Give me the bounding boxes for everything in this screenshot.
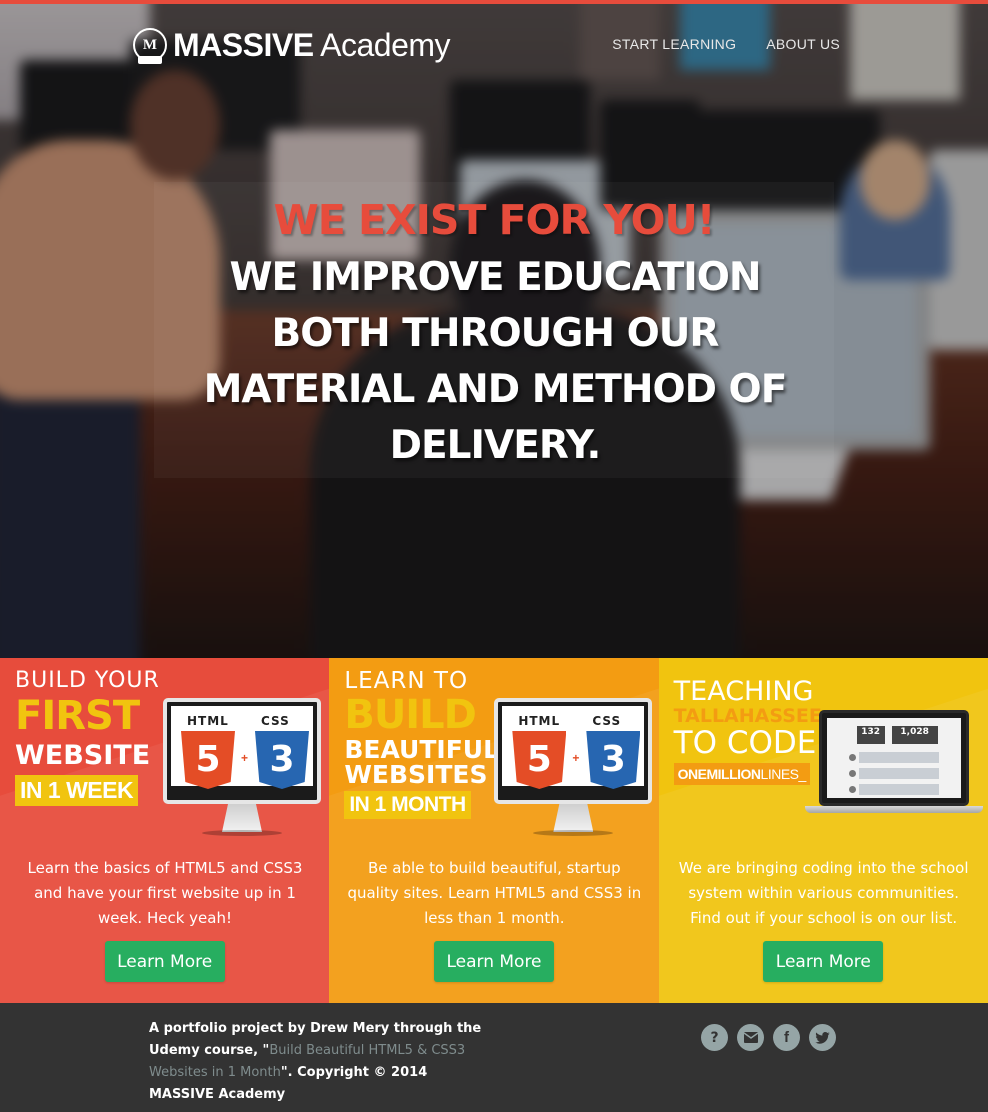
question-icon[interactable]: ?	[701, 1024, 728, 1051]
logo-wordmark: MASSIVE Academy	[173, 26, 451, 64]
panel-banner: LEARN TO BUILD BEAUTIFUL WEBSITES IN 1 M…	[344, 670, 499, 850]
panel-banner: TEACHING TALLAHASSEE TO CODE ONEMILLIONL…	[673, 676, 822, 858]
learn-more-button[interactable]: Learn More	[433, 941, 554, 982]
banner-tag: IN 1 MONTH	[344, 791, 471, 819]
social-links: ? f	[701, 1024, 836, 1051]
plus-glyph: +	[241, 751, 249, 765]
promo-panel-tallahassee: TEACHING TALLAHASSEE TO CODE ONEMILLIONL…	[658, 658, 988, 1003]
nav-about-us[interactable]: ABOUT US	[766, 36, 840, 52]
html-label: HTML	[187, 714, 229, 728]
facebook-icon[interactable]: f	[773, 1024, 800, 1051]
learn-more-button[interactable]: Learn More	[763, 941, 884, 982]
hero-section: M MASSIVE Academy START LEARNING ABOUT U…	[0, 0, 988, 658]
css-label: CSS	[261, 714, 290, 728]
twitter-icon[interactable]	[809, 1024, 836, 1051]
imac-illustration: HTML CSS 5 + 3	[494, 698, 653, 804]
imac-illustration: HTML CSS 5 + 3	[163, 698, 321, 804]
banner-tag: IN 1 WEEK	[15, 775, 139, 806]
banner-line: TO CODE	[673, 725, 817, 761]
banner-line: BUILD YOUR	[15, 668, 160, 693]
banner-line: WEBSITE	[15, 740, 151, 771]
html5-shield-icon: 5	[181, 731, 235, 789]
banner-line: TALLAHASSEE	[673, 705, 822, 727]
panel-description: We are bringing coding into the school s…	[678, 859, 969, 927]
main-nav: START LEARNING ABOUT US	[612, 36, 840, 52]
banner-line: WEBSITES	[344, 760, 488, 789]
html-label: HTML	[518, 714, 561, 728]
site-footer: A portfolio project by Drew Mery through…	[0, 1003, 988, 1112]
banner-line: LEARN TO	[344, 668, 469, 694]
banner-line: FIRST	[15, 693, 140, 739]
tag-light-text: LINES_	[760, 766, 807, 782]
footer-credit: A portfolio project by Drew Mery through…	[149, 1018, 489, 1106]
site-logo[interactable]: M MASSIVE Academy	[133, 25, 451, 65]
banner-line: TEACHING	[673, 676, 814, 707]
learn-more-button[interactable]: Learn More	[104, 941, 225, 982]
plus-glyph: +	[572, 751, 580, 765]
panel-description: Learn the basics of HTML5 and CSS3 and h…	[27, 859, 303, 927]
css-label: CSS	[592, 714, 622, 728]
logo-light-text: Academy	[313, 26, 451, 63]
hero-headline: WE IMPROVE EDUCATION BOTH THROUGH OUR MA…	[203, 255, 788, 468]
banner-tag: ONEMILLIONLINES_	[673, 763, 810, 785]
promo-panel-beautiful-websites: LEARN TO BUILD BEAUTIFUL WEBSITES IN 1 M…	[329, 658, 659, 1003]
css3-shield-icon: 3	[255, 731, 309, 789]
promo-panel-first-website: BUILD YOUR FIRST WEBSITE IN 1 WEEK HTML …	[0, 658, 330, 1003]
panel-banner: BUILD YOUR FIRST WEBSITE IN 1 WEEK	[15, 670, 160, 850]
lines-stat: 1,028	[891, 726, 938, 744]
hero-kicker: WE EXIST FOR YOU!	[273, 196, 716, 244]
logo-bold-text: MASSIVE	[173, 26, 314, 63]
top-accent-stripe	[0, 0, 988, 4]
logo-crest-icon: M	[133, 28, 167, 64]
css3-shield-icon: 3	[586, 731, 641, 789]
html5-shield-icon: 5	[512, 731, 567, 789]
banner-line: BUILD	[344, 692, 477, 738]
laptop-illustration: 132 1,028	[818, 710, 969, 806]
lines-stat: 132	[856, 726, 885, 744]
panel-description: Be able to build beautiful, startup qual…	[347, 859, 642, 927]
nav-start-learning[interactable]: START LEARNING	[612, 36, 736, 52]
tag-bold-text: ONEMILLION	[677, 766, 761, 782]
banner-line: BEAUTIFUL	[344, 735, 500, 764]
promo-panels: BUILD YOUR FIRST WEBSITE IN 1 WEEK HTML …	[0, 658, 988, 1003]
envelope-icon[interactable]	[737, 1024, 764, 1051]
